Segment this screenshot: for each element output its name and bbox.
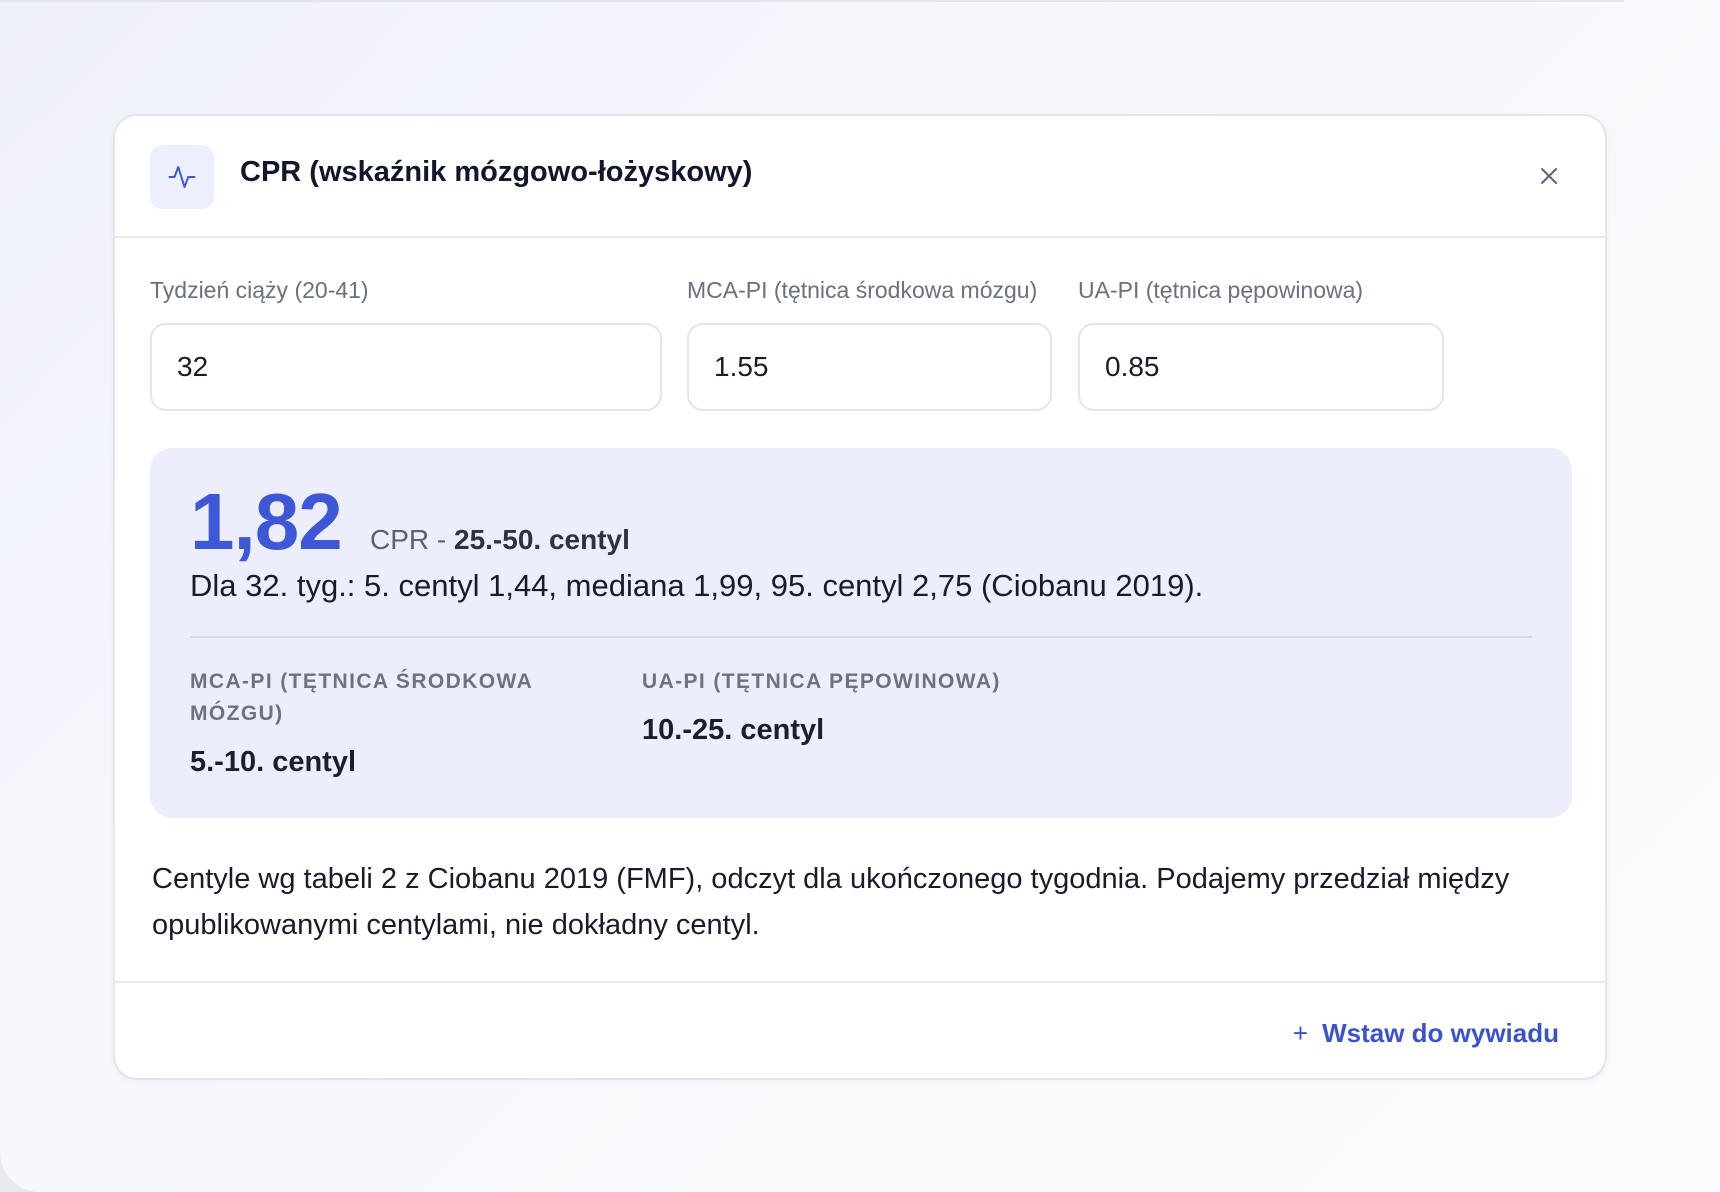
week-field-label: Tydzień ciąży (20-41) (150, 277, 369, 303)
result-caption: CPR - 25.-50. centyl (370, 524, 630, 556)
result-panel: 1,82 CPR - 25.-50. centyl Dla 32. tyg.: … (150, 448, 1572, 818)
result-centile: 25.-50. centyl (454, 524, 630, 555)
close-icon (1541, 168, 1557, 184)
cpr-calculator-card: CPR (wskaźnik mózgowo-łożyskowy) Tydzień… (113, 114, 1607, 1080)
mca-field-label: MCA-PI (tętnica środkowa mózgu) (687, 277, 1038, 303)
result-divider (190, 636, 1532, 638)
cpr-result-value: 1,82 (190, 477, 343, 566)
footnote: Centyle wg tabeli 2 z Ciobanu 2019 (FMF)… (152, 863, 1510, 941)
footer-divider (115, 981, 1605, 983)
close-button[interactable] (1533, 160, 1565, 192)
ua-centile-label: UA-PI (tętnica pępowinowa) (642, 670, 1001, 693)
insert-button-label: Wstaw do wywiadu (1322, 1018, 1559, 1048)
result-caption-prefix: CPR - (370, 524, 454, 555)
result-description: Dla 32. tyg.: 5. centyl 1,44, mediana 1,… (190, 568, 1204, 603)
week-input[interactable] (150, 323, 662, 411)
mca-centile-value: 5.-10. centyl (190, 746, 357, 778)
plus-icon: + (1292, 1018, 1309, 1048)
activity-pulse-icon (150, 145, 214, 209)
card-title: CPR (wskaźnik mózgowo-łożyskowy) (240, 156, 753, 188)
mca-pi-input[interactable] (687, 323, 1052, 411)
insert-into-history-button[interactable]: + Wstaw do wywiadu (1293, 1018, 1559, 1049)
ua-field-label: UA-PI (tętnica pępowinowa) (1078, 277, 1364, 303)
ua-pi-input[interactable] (1078, 323, 1444, 411)
ua-centile-value: 10.-25. centyl (642, 714, 825, 746)
card-header: CPR (wskaźnik mózgowo-łożyskowy) (115, 116, 1605, 238)
mca-centile-label: MCA-PI (tętnica środkowa mózgu) (190, 670, 533, 725)
top-divider (0, 0, 1624, 2)
